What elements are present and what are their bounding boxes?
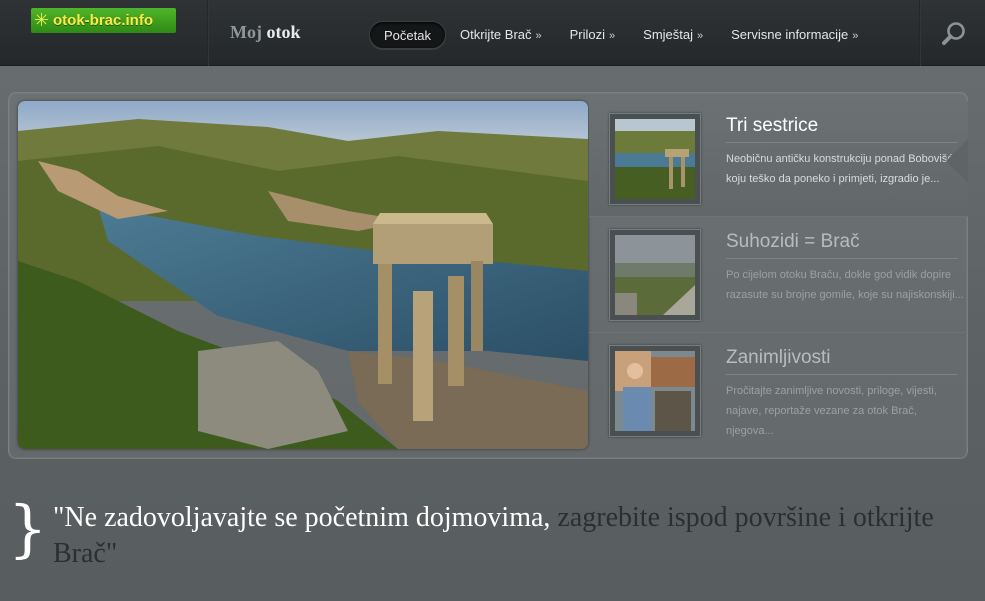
search-button[interactable] xyxy=(940,20,968,48)
divider xyxy=(726,142,958,143)
item-title: Suhozidi = Brač xyxy=(726,231,860,252)
thumbnail xyxy=(609,345,701,437)
chevron-right-icon: » xyxy=(535,30,542,42)
sun-icon: ✳ xyxy=(34,9,50,31)
logo-text: otok-brac.info xyxy=(53,12,153,29)
item-title: Tri sestrice xyxy=(726,115,819,136)
chevron-right-icon: » xyxy=(852,30,859,42)
main-nav: Početak Otkrijte Brač» Prilozi» Smještaj… xyxy=(369,21,872,49)
thumbnail-image xyxy=(615,351,695,431)
item-description: Neobičnu antičku konstrukciju ponad Bobo… xyxy=(726,153,963,185)
site-header: ✳ otok-brac.info Moj otok Početak Otkrij… xyxy=(0,0,985,66)
item-description: Pročitajte zanimljive novosti, priloge, … xyxy=(726,385,937,437)
chevron-right-icon: » xyxy=(697,30,704,42)
nav-item-pocetak[interactable]: Početak xyxy=(369,21,446,49)
active-indicator xyxy=(946,139,968,183)
nav-item-servisne-informacije[interactable]: Servisne informacije» xyxy=(717,21,872,49)
quote-brace: } xyxy=(8,492,48,565)
chevron-right-icon: » xyxy=(609,30,616,42)
slider-item[interactable]: Tri sestrice Neobičnu antičku konstrukci… xyxy=(589,101,968,217)
thumbnail xyxy=(609,229,701,321)
site-logo[interactable]: ✳ otok-brac.info xyxy=(31,8,176,33)
featured-image[interactable] xyxy=(18,101,588,449)
landscape-photo xyxy=(18,101,588,449)
header-divider xyxy=(207,0,209,66)
slider-items: Tri sestrice Neobičnu antičku konstrukci… xyxy=(589,101,968,449)
tagline-quote: "Ne zadovoljavajte se početnim dojmovima… xyxy=(53,502,934,569)
thumbnail-image xyxy=(615,235,695,315)
divider xyxy=(726,258,958,259)
nav-item-prilozi[interactable]: Prilozi» xyxy=(556,21,630,49)
item-description: Po cijelom otoku Braču, dokle god vidik … xyxy=(726,269,964,301)
thumbnail xyxy=(609,113,701,205)
magnifier-icon xyxy=(942,22,965,45)
thumbnail-image xyxy=(615,119,695,199)
site-title: Moj otok xyxy=(230,22,301,42)
nav-item-smjestaj[interactable]: Smještaj» xyxy=(629,21,717,49)
nav-item-otkrijte-brac[interactable]: Otkrijte Brač» xyxy=(446,21,556,49)
slider-item[interactable]: Suhozidi = Brač Po cijelom otoku Braču, … xyxy=(589,217,968,333)
slider-item[interactable]: Zanimljivosti Pročitajte zanimljive novo… xyxy=(589,333,968,449)
item-title: Zanimljivosti xyxy=(726,347,831,368)
divider xyxy=(726,374,958,375)
header-divider xyxy=(919,0,921,66)
